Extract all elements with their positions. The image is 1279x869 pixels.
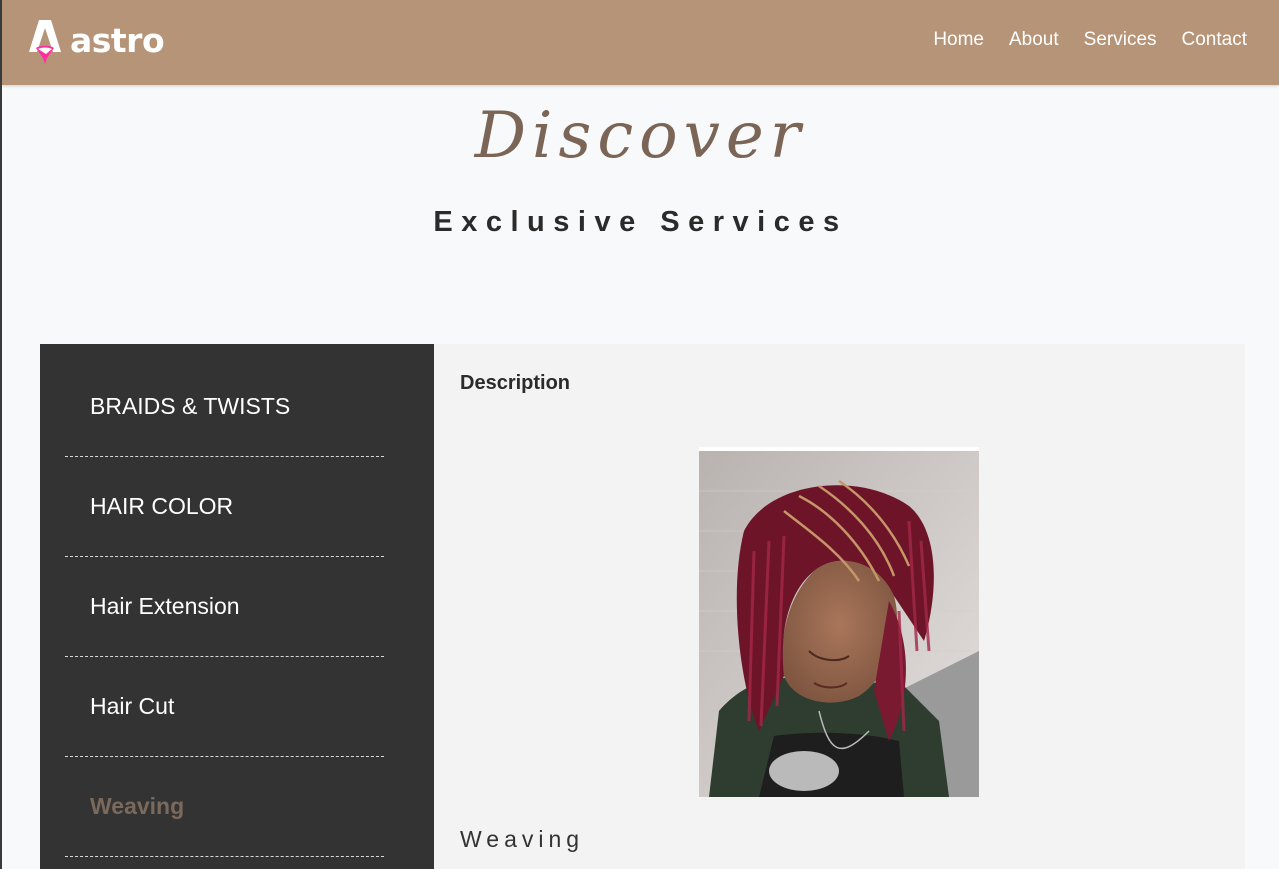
braided-hair-photo-icon [699,451,979,797]
astro-logo-icon [26,18,64,64]
astro-logo[interactable]: astro [26,17,165,65]
tab-hair-color[interactable]: HAIR COLOR [65,457,384,557]
nav-about[interactable]: About [1009,29,1059,51]
service-name: Weaving [460,826,585,852]
nav-home[interactable]: Home [933,29,984,51]
tab-hair-cut[interactable]: Hair Cut [65,657,384,757]
tab-hair-extension[interactable]: Hair Extension [65,557,384,657]
hero-script-title: Discover [474,99,807,173]
service-photo [699,447,979,797]
page: astro Home About Services Contact Discov… [0,0,1279,869]
nav-contact[interactable]: Contact [1182,29,1247,51]
navbar: astro Home About Services Contact [2,0,1279,85]
main-nav: Home About Services Contact [908,29,1247,51]
services-sidebar: BRAIDS & TWISTS HAIR COLOR Hair Extensio… [40,344,434,869]
logo-text: astro [70,20,165,60]
service-content: Description Weaving [434,344,1245,869]
description-heading: Description [460,372,571,394]
page-title: Exclusive Services [433,206,848,238]
tab-braids-twists[interactable]: BRAIDS & TWISTS [65,344,384,457]
services-panel: BRAIDS & TWISTS HAIR COLOR Hair Extensio… [40,344,1245,869]
nav-services[interactable]: Services [1084,29,1157,51]
tab-weaving[interactable]: Weaving [65,757,384,857]
